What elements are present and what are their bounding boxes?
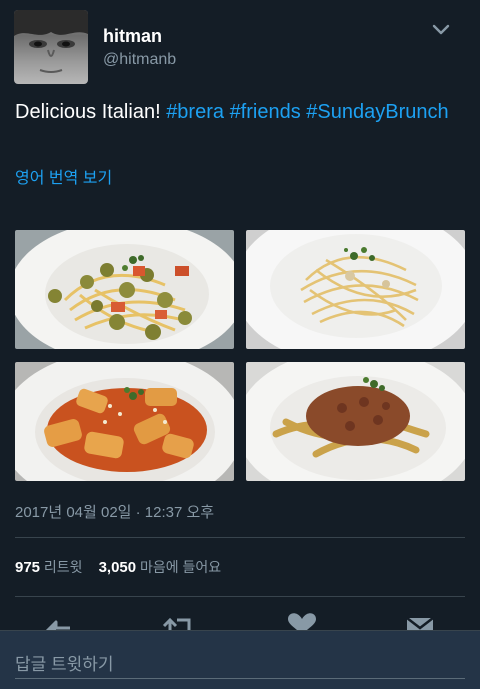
- user-handle[interactable]: @hitmanb: [103, 51, 176, 69]
- divider: [15, 537, 465, 538]
- retweet-count[interactable]: 975: [15, 559, 40, 576]
- avatar[interactable]: [14, 10, 88, 84]
- chevron-down-icon[interactable]: [431, 22, 451, 38]
- tweet-text: Delicious Italian! #brera #friends #Sund…: [15, 101, 449, 124]
- hashtag-link[interactable]: #friends: [230, 101, 301, 123]
- reply-bar: 답글 트윗하기: [0, 630, 480, 689]
- display-name[interactable]: hitman: [103, 26, 162, 47]
- tweet-text-body: Delicious Italian!: [15, 101, 167, 123]
- divider: [15, 596, 465, 597]
- hashtag-link[interactable]: #SundayBrunch: [306, 101, 448, 123]
- translate-link[interactable]: 영어 번역 보기: [15, 164, 112, 188]
- media-photo[interactable]: [15, 230, 234, 349]
- media-photo[interactable]: [246, 362, 465, 481]
- avatar-image: [14, 10, 88, 73]
- media-photo[interactable]: [246, 230, 465, 349]
- media-photo[interactable]: [15, 362, 234, 481]
- reply-input-underline: [15, 678, 465, 679]
- like-count[interactable]: 3,050: [99, 559, 137, 576]
- tweet-stats: 975 리트윗 3,050 마음에 들어요: [15, 557, 221, 577]
- like-label[interactable]: 마음에 들어요: [140, 559, 221, 575]
- hashtag-link[interactable]: #brera: [166, 101, 224, 123]
- retweet-label[interactable]: 리트윗: [44, 559, 83, 575]
- tweet-timestamp[interactable]: 2017년 04월 02일 · 12:37 오후: [15, 501, 214, 522]
- reply-input[interactable]: 답글 트윗하기: [15, 650, 114, 675]
